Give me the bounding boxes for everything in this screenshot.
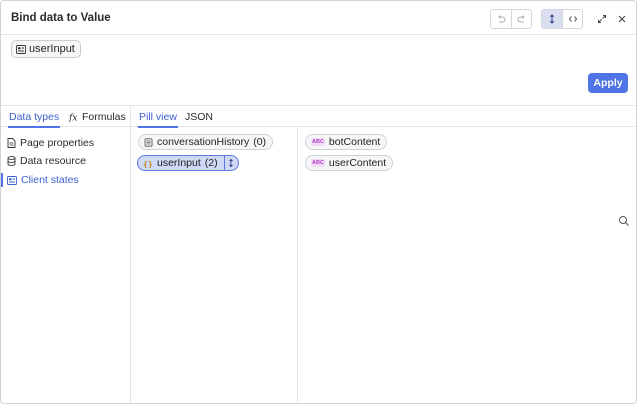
apply-button[interactable]: Apply <box>588 73 628 93</box>
tab-label: JSON <box>185 110 214 123</box>
string-type-icon: ABC <box>311 159 325 167</box>
view-mode-group <box>541 9 583 29</box>
tab-json[interactable]: JSON <box>185 106 213 127</box>
vertical-arrows-icon <box>549 14 555 24</box>
page-icon <box>7 138 16 148</box>
close-button[interactable] <box>615 12 629 26</box>
tab-label: Formulas <box>82 110 126 123</box>
nav-item-label: Client states <box>21 174 79 186</box>
tab-pill-view[interactable]: Pill view <box>138 106 178 128</box>
client-state-icon <box>7 175 17 185</box>
expression-pill[interactable]: userInput <box>11 40 81 58</box>
tab-label: Data types <box>9 110 60 123</box>
nav-item-page-properties[interactable]: Page properties <box>1 134 129 152</box>
nav-item-label: Page properties <box>20 137 95 149</box>
field-name: botContent <box>328 136 381 148</box>
expand-icon <box>598 15 606 23</box>
variable-name: userInput <box>157 157 201 169</box>
expand-toggle[interactable] <box>223 156 238 170</box>
undo-redo-group <box>490 9 532 29</box>
string-type-icon: ABC <box>311 138 325 146</box>
field-pill-bot-content[interactable]: ABC botContent <box>305 134 388 150</box>
tab-data-types[interactable]: Data types <box>8 106 61 128</box>
code-icon <box>568 16 577 22</box>
tab-formulas[interactable]: fx Formulas <box>69 106 126 127</box>
undo-button[interactable] <box>491 10 511 28</box>
data-type-nav: Page properties Data resource Client sta… <box>1 127 131 403</box>
expand-button[interactable] <box>595 12 609 26</box>
tabs-divider <box>130 106 131 127</box>
dialog-header: Bind data to Value <box>1 1 636 35</box>
field-name: userContent <box>328 157 387 169</box>
expression-pill-label: userInput <box>29 43 75 55</box>
client-state-icon <box>16 44 26 54</box>
variable-count: (2) <box>204 157 218 169</box>
vertical-arrows-icon <box>229 158 233 168</box>
fields-panel: ABC botContent ABC userContent <box>298 127 636 403</box>
variable-name: conversationHistory <box>157 136 250 148</box>
undo-icon <box>498 15 506 23</box>
nav-item-client-states[interactable]: Client states <box>1 171 129 189</box>
variable-count: (0) <box>253 136 267 148</box>
redo-icon <box>517 15 525 23</box>
nav-item-label: Data resource <box>20 155 86 167</box>
variable-pill-user-input[interactable]: {} userInput (2) <box>137 155 239 171</box>
database-icon <box>7 156 16 166</box>
field-pill-user-content[interactable]: ABC userContent <box>305 155 394 171</box>
variable-pill-conversation-history[interactable]: conversationHistory (0) <box>138 134 274 150</box>
svg-text:fx: fx <box>69 113 77 122</box>
svg-text:{}: {} <box>143 159 153 167</box>
code-mode-button[interactable] <box>562 10 582 28</box>
bind-data-dialog: Bind data to Value userInput Apply Data … <box>0 0 637 404</box>
object-icon: {} <box>143 159 153 167</box>
array-icon <box>144 137 153 147</box>
tabs-row: Data types fx Formulas Pill view JSON <box>1 106 636 226</box>
nav-item-data-resource[interactable]: Data resource <box>1 152 129 170</box>
dialog-title: Bind data to Value <box>11 12 111 24</box>
tab-label: Pill view <box>139 110 177 123</box>
function-icon: fx <box>69 113 77 122</box>
pill-mode-button[interactable] <box>542 10 562 28</box>
close-icon <box>618 15 626 23</box>
variables-panel: conversationHistory (0) {} userInput (2) <box>131 127 298 403</box>
redo-button[interactable] <box>511 10 531 28</box>
expression-editor[interactable]: userInput Apply <box>1 35 636 106</box>
